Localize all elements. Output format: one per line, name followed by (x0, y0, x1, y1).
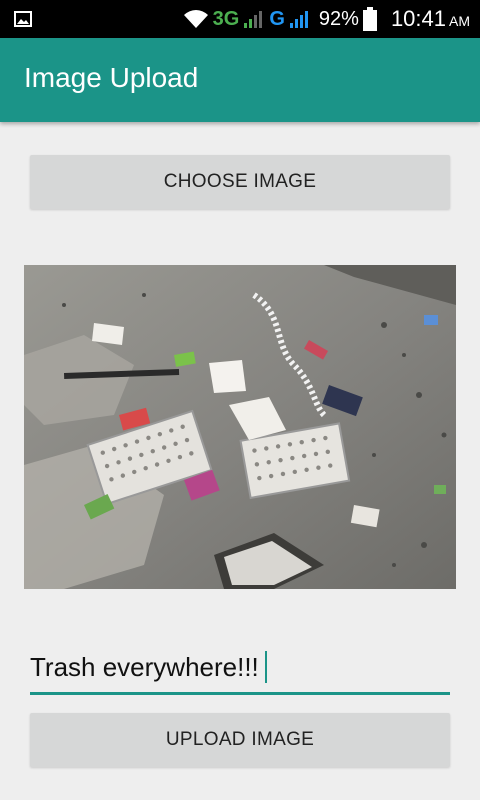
signal-strength-icon-1 (244, 11, 263, 28)
trash-photo (24, 265, 456, 589)
network-3g-label: 3G (212, 7, 240, 30)
app-title: Image Upload (24, 62, 199, 93)
app-bar: Image Upload (0, 38, 480, 122)
clock: 10:41 AM (390, 6, 470, 31)
image-notification-icon (14, 11, 32, 27)
wifi-icon (183, 10, 208, 28)
battery-percentage: 92% (318, 7, 359, 30)
upload-image-button[interactable]: UPLOAD IMAGE (30, 713, 450, 767)
choose-image-button[interactable]: CHOOSE IMAGE (30, 155, 450, 209)
caption-input-text[interactable]: Trash everywhere!!! (30, 651, 267, 685)
caption-input[interactable]: Trash everywhere!!! (30, 648, 450, 695)
clock-ampm: AM (449, 13, 470, 29)
text-cursor (264, 651, 267, 684)
battery-icon (362, 7, 377, 31)
network-g-label: G (269, 7, 285, 30)
signal-strength-icon-2 (289, 11, 308, 28)
selected-image-preview (24, 265, 456, 589)
status-bar: 3G G 92% 10:41 AM (0, 0, 480, 38)
status-indicators: 3G G 92% 10:41 AM (183, 0, 470, 38)
